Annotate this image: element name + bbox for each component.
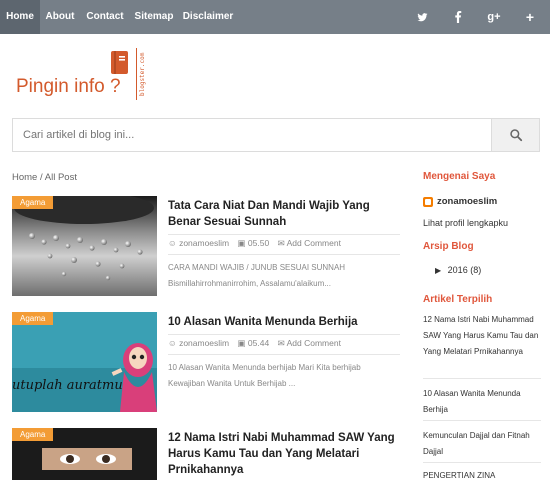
nav-disclaimer[interactable]: Disclaimer xyxy=(178,0,238,34)
site-logo[interactable]: Pingin info ? blogster.com xyxy=(14,44,164,104)
nav-contact[interactable]: Contact xyxy=(80,0,130,34)
book-icon xyxy=(110,50,130,81)
popular-post-link[interactable]: 12 Nama Istri Nabi Muhammad SAW Yang Har… xyxy=(423,312,541,360)
search-bar xyxy=(12,118,540,152)
post-excerpt: 10 Alasan Wanita Menunda berhijab Mari K… xyxy=(168,363,361,388)
search-button[interactable] xyxy=(491,119,539,151)
divider xyxy=(168,234,400,235)
post-card: Agama Tata Cara Niat Dan Mandi Wajib Yan… xyxy=(12,196,402,306)
search-icon xyxy=(510,129,523,142)
plus-icon[interactable]: + xyxy=(520,0,540,34)
nav-sitemap[interactable]: Sitemap xyxy=(130,0,178,34)
post-title[interactable]: 12 Nama Istri Nabi Muhammad SAW Yang Har… xyxy=(168,430,400,478)
popular-post-link[interactable]: PENGERTIAN ZINA xyxy=(423,468,541,480)
post-meta: ☺ zonamoeslim ▣ 05.50 ✉ Add Comment xyxy=(168,238,341,249)
post-author[interactable]: zonamoeslim xyxy=(179,238,229,248)
divider xyxy=(168,354,400,355)
divider xyxy=(423,462,541,463)
post-author[interactable]: zonamoeslim xyxy=(179,338,229,348)
user-icon: ☺ xyxy=(168,338,177,348)
nav-home[interactable]: Home xyxy=(0,0,40,34)
post-title[interactable]: 10 Alasan Wanita Menunda Berhija xyxy=(168,314,400,330)
user-icon: ☺ xyxy=(168,238,177,248)
post-comment-link[interactable]: Add Comment xyxy=(287,238,341,248)
comment-icon: ✉ xyxy=(277,338,285,348)
post-thumbnail[interactable]: Agama xyxy=(12,428,157,480)
divider xyxy=(423,420,541,421)
post-excerpt: CARA MANDI WAJIB / JUNUB SESUAI SUNNAH B… xyxy=(168,263,346,288)
popular-post-link[interactable]: 10 Alasan Wanita Menunda Berhija xyxy=(423,386,541,418)
post-card: utuplah auratmu Agama 10 Alasan Wanita M… xyxy=(12,312,402,422)
archive-count: (8) xyxy=(470,265,482,275)
search-input[interactable] xyxy=(13,119,491,151)
top-navbar: Home About Contact Sitemap Disclaimer g+… xyxy=(0,0,550,34)
comment-icon: ✉ xyxy=(277,238,285,248)
caret-right-icon[interactable]: ▶ xyxy=(435,266,441,275)
popular-post-link[interactable]: Kemunculan Dajjal dan Fitnah Dajjal xyxy=(423,428,541,460)
category-tag[interactable]: Agama xyxy=(12,312,54,325)
blogger-icon xyxy=(423,197,433,207)
divider xyxy=(168,254,400,255)
calendar-icon: ▣ xyxy=(237,238,246,248)
breadcrumb: Home / All Post xyxy=(12,172,77,183)
divider xyxy=(168,334,400,335)
post-thumbnail[interactable]: Agama xyxy=(12,196,157,296)
post-card: Agama 12 Nama Istri Nabi Muhammad SAW Ya… xyxy=(12,428,402,480)
profile-name[interactable]: zonamoeslim xyxy=(437,196,497,207)
nav-about[interactable]: About xyxy=(40,0,80,34)
calendar-icon: ▣ xyxy=(237,338,246,348)
post-title[interactable]: Tata Cara Niat Dan Mandi Wajib Yang Bena… xyxy=(168,198,400,230)
post-meta: ☺ zonamoeslim ▣ 05.44 ✉ Add Comment xyxy=(168,338,341,349)
logo-tagline: blogster.com xyxy=(136,48,150,100)
archive-heading: Arsip Blog xyxy=(423,241,474,252)
post-time: 05.44 xyxy=(247,338,270,348)
archive-year-item[interactable]: ▶ 2016 (8) xyxy=(435,265,481,275)
popular-heading: Artikel Terpilih xyxy=(423,294,493,305)
google-plus-icon[interactable]: g+ xyxy=(484,0,504,34)
profile-link[interactable]: Lihat profil lengkapku xyxy=(423,218,508,228)
archive-year[interactable]: 2016 xyxy=(448,265,468,275)
post-comment-link[interactable]: Add Comment xyxy=(287,338,341,348)
divider xyxy=(423,378,541,379)
post-thumbnail[interactable]: utuplah auratmu Agama xyxy=(12,312,157,412)
category-tag[interactable]: Agama xyxy=(12,196,54,209)
thumbnail-caption: utuplah auratmu xyxy=(12,378,123,393)
breadcrumb-current: All Post xyxy=(44,172,77,183)
logo-text: Pingin info ? xyxy=(16,76,121,97)
facebook-icon[interactable] xyxy=(448,0,468,34)
twitter-icon[interactable] xyxy=(412,0,432,34)
post-time: 05.50 xyxy=(247,238,270,248)
breadcrumb-home[interactable]: Home xyxy=(12,172,37,183)
category-tag[interactable]: Agama xyxy=(12,428,54,441)
about-heading: Mengenai Saya xyxy=(423,171,496,182)
